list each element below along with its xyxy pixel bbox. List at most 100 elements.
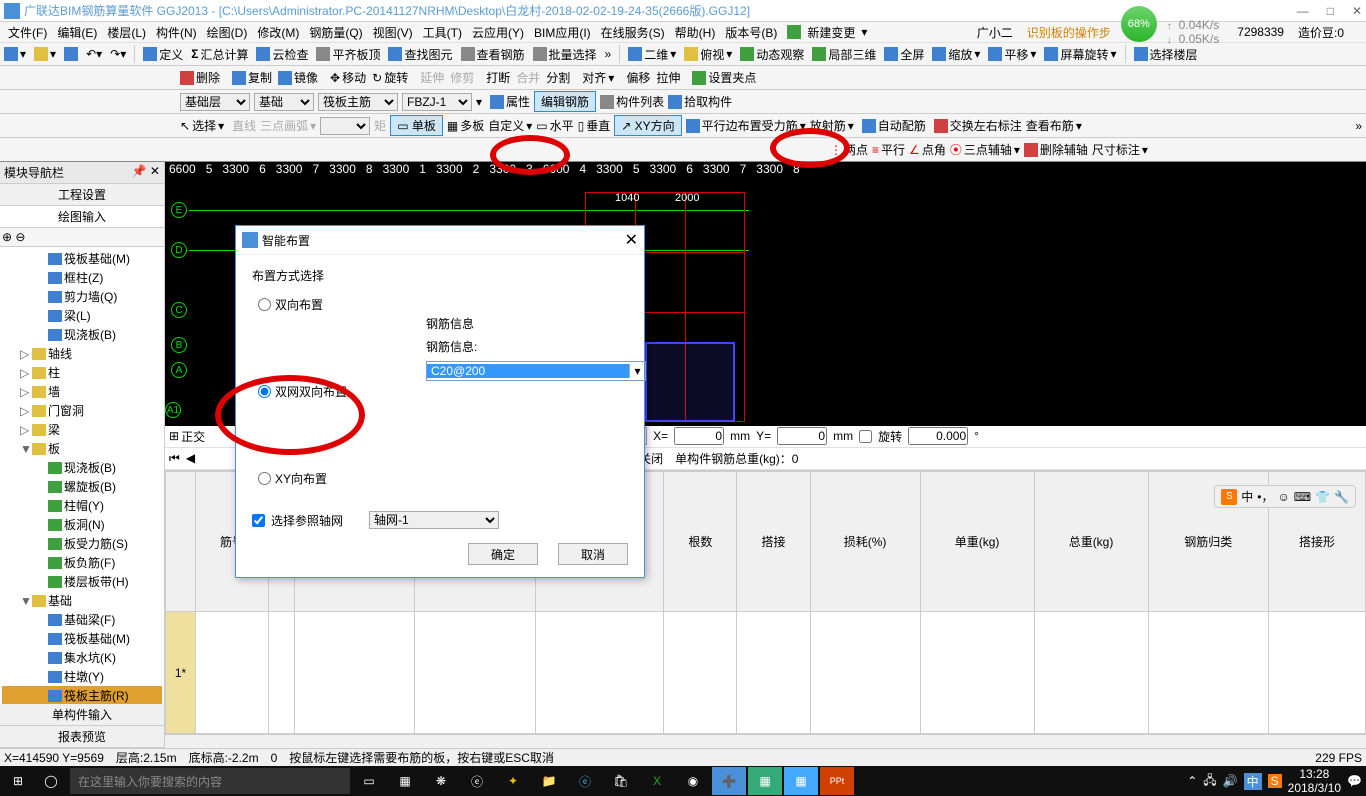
- three-point-aux-button[interactable]: ⦿三点辅轴▾: [950, 141, 1020, 158]
- two-point-button[interactable]: ⋮两点: [830, 141, 868, 158]
- redo-icon[interactable]: ↷▾: [110, 47, 126, 61]
- column-header[interactable]: 搭接: [737, 471, 810, 612]
- app4-icon[interactable]: ▦: [748, 767, 782, 795]
- app1-icon[interactable]: ▦: [388, 767, 422, 795]
- user-name[interactable]: 广小二: [973, 24, 1017, 41]
- tree-item[interactable]: ▷墙: [2, 382, 162, 401]
- copy-button[interactable]: 复制: [232, 69, 272, 86]
- view-rebar-button[interactable]: 查看钢筋: [461, 46, 525, 63]
- clip-point-button[interactable]: 设置夹点: [692, 69, 756, 86]
- tree-item[interactable]: 基础梁(F): [2, 610, 162, 629]
- ie-icon[interactable]: ⓔ: [568, 767, 602, 795]
- select-floor-button[interactable]: 选择楼层: [1134, 46, 1198, 63]
- radiate-button[interactable]: 放射筋▾: [810, 117, 854, 134]
- rotate-button[interactable]: ↻旋转: [372, 69, 408, 86]
- menu-online[interactable]: 在线服务(S): [597, 24, 669, 41]
- component-select[interactable]: 筏板主筋: [318, 93, 398, 111]
- notification-icon[interactable]: 💬: [1347, 774, 1362, 788]
- new-icon[interactable]: ▾: [4, 47, 26, 61]
- single-board-button[interactable]: ▭ 单板: [390, 115, 443, 136]
- vertical-button[interactable]: ▯垂直: [578, 117, 611, 134]
- menu-file[interactable]: 文件(F): [4, 24, 51, 41]
- ortho-button[interactable]: ⊞正交: [169, 428, 205, 445]
- column-header[interactable]: 单重(kg): [920, 471, 1034, 612]
- parallel-button[interactable]: ≡平行: [872, 141, 905, 158]
- tree-item[interactable]: ▷柱: [2, 363, 162, 382]
- define-button[interactable]: 定义: [143, 46, 183, 63]
- flat-top-button[interactable]: 平齐板顶: [316, 46, 380, 63]
- fullscreen-button[interactable]: 全屏: [884, 46, 924, 63]
- horizontal-button[interactable]: ▭水平: [536, 117, 573, 134]
- collapse-icon[interactable]: ⊖: [15, 230, 25, 244]
- tree-item[interactable]: ▷梁: [2, 420, 162, 439]
- start-button[interactable]: ⊞: [4, 767, 32, 795]
- ime-skin-icon[interactable]: 👕: [1315, 490, 1330, 504]
- tree-item[interactable]: 现浇板(B): [2, 325, 162, 344]
- row-header[interactable]: 1*: [166, 612, 196, 734]
- xy-direction-button[interactable]: ↗ XY方向: [614, 115, 681, 136]
- column-header[interactable]: 总重(kg): [1034, 471, 1148, 612]
- tree-item[interactable]: 现浇板(B): [2, 458, 162, 477]
- menu-modify[interactable]: 修改(M): [253, 24, 303, 41]
- tray-up-icon[interactable]: ⌃: [1187, 774, 1197, 788]
- tree-item[interactable]: 集水坑(K): [2, 648, 162, 667]
- x-input[interactable]: [674, 427, 724, 445]
- ggj-icon[interactable]: ➕: [712, 767, 746, 795]
- tree-item[interactable]: 楼层板带(H): [2, 572, 162, 591]
- split-button[interactable]: 分割: [546, 69, 570, 86]
- custom-button[interactable]: 自定义▾: [488, 117, 532, 134]
- chrome-icon[interactable]: ◉: [676, 767, 710, 795]
- menu-edit[interactable]: 编辑(E): [53, 24, 101, 41]
- grid-select[interactable]: 轴网-1: [369, 511, 499, 529]
- tree-item[interactable]: 筏板基础(M): [2, 249, 162, 268]
- open-icon[interactable]: ▾: [34, 47, 56, 61]
- floor-select[interactable]: 基础层: [180, 93, 250, 111]
- sogou-ime-bar[interactable]: S 中 •， ☺ ⌨ 👕 🔧: [1214, 485, 1356, 508]
- tab-report[interactable]: 报表预览: [0, 726, 164, 748]
- tree-item[interactable]: ▷门窗洞: [2, 401, 162, 420]
- member-type-select[interactable]: 基础: [254, 93, 314, 111]
- rebar-info-combo[interactable]: C20@200▾: [426, 361, 646, 381]
- tree-item[interactable]: 板洞(N): [2, 515, 162, 534]
- tree-item[interactable]: 螺旋板(B): [2, 477, 162, 496]
- excel-icon[interactable]: X: [640, 767, 674, 795]
- taskbar-search[interactable]: 在这里输入你要搜索的内容: [70, 768, 350, 794]
- tree-item[interactable]: 柱墩(Y): [2, 667, 162, 686]
- ime-indicator[interactable]: 中: [1244, 773, 1262, 790]
- menu-version[interactable]: 版本号(B): [721, 24, 781, 41]
- reference-grid-checkbox[interactable]: [252, 514, 265, 527]
- 2d-button[interactable]: 二维▾: [628, 46, 676, 63]
- overflow-icon[interactable]: »: [1355, 119, 1362, 133]
- ok-button[interactable]: 确定: [468, 543, 538, 565]
- member-list-button[interactable]: 构件列表: [600, 93, 664, 110]
- mirror-button[interactable]: 镜像: [278, 69, 318, 86]
- sogou-tray-icon[interactable]: S: [1268, 774, 1282, 788]
- y-input[interactable]: [777, 427, 827, 445]
- tray-vol-icon[interactable]: 🔊: [1223, 774, 1238, 788]
- menu-view[interactable]: 视图(V): [369, 24, 417, 41]
- dynamic-view-button[interactable]: 动态观察: [740, 46, 804, 63]
- column-header[interactable]: 根数: [664, 471, 737, 612]
- local-3d-button[interactable]: 局部三维: [812, 46, 876, 63]
- tree-item[interactable]: 剪力墙(Q): [2, 287, 162, 306]
- app3-icon[interactable]: ✦: [496, 767, 530, 795]
- member-tree[interactable]: 筏板基础(M)框柱(Z)剪力墙(Q)梁(L)现浇板(B)▷轴线▷柱▷墙▷门窗洞▷…: [0, 247, 164, 704]
- tree-item[interactable]: ▼基础: [2, 591, 162, 610]
- rotate-checkbox[interactable]: [859, 430, 872, 443]
- ime-lang[interactable]: 中: [1241, 488, 1253, 505]
- topview-button[interactable]: 俯视▾: [684, 46, 732, 63]
- tree-item[interactable]: ▷轴线: [2, 344, 162, 363]
- tab-draw-input[interactable]: 绘图输入: [0, 206, 164, 228]
- store-icon[interactable]: 🛍: [604, 767, 638, 795]
- ppt-icon[interactable]: PPt: [820, 767, 854, 795]
- column-header[interactable]: 损耗(%): [810, 471, 920, 612]
- nav-prev-icon[interactable]: ◀: [186, 451, 195, 465]
- rotate-input[interactable]: [908, 427, 968, 445]
- horizontal-scrollbar[interactable]: [165, 734, 1366, 748]
- ime-tool-icon[interactable]: 🔧: [1334, 490, 1349, 504]
- menu-member[interactable]: 构件(N): [152, 24, 201, 41]
- style-select[interactable]: [320, 117, 370, 135]
- tray-net-icon[interactable]: 🖧: [1203, 771, 1216, 792]
- folder-icon[interactable]: 📁: [532, 767, 566, 795]
- tree-item[interactable]: 板受力筋(S): [2, 534, 162, 553]
